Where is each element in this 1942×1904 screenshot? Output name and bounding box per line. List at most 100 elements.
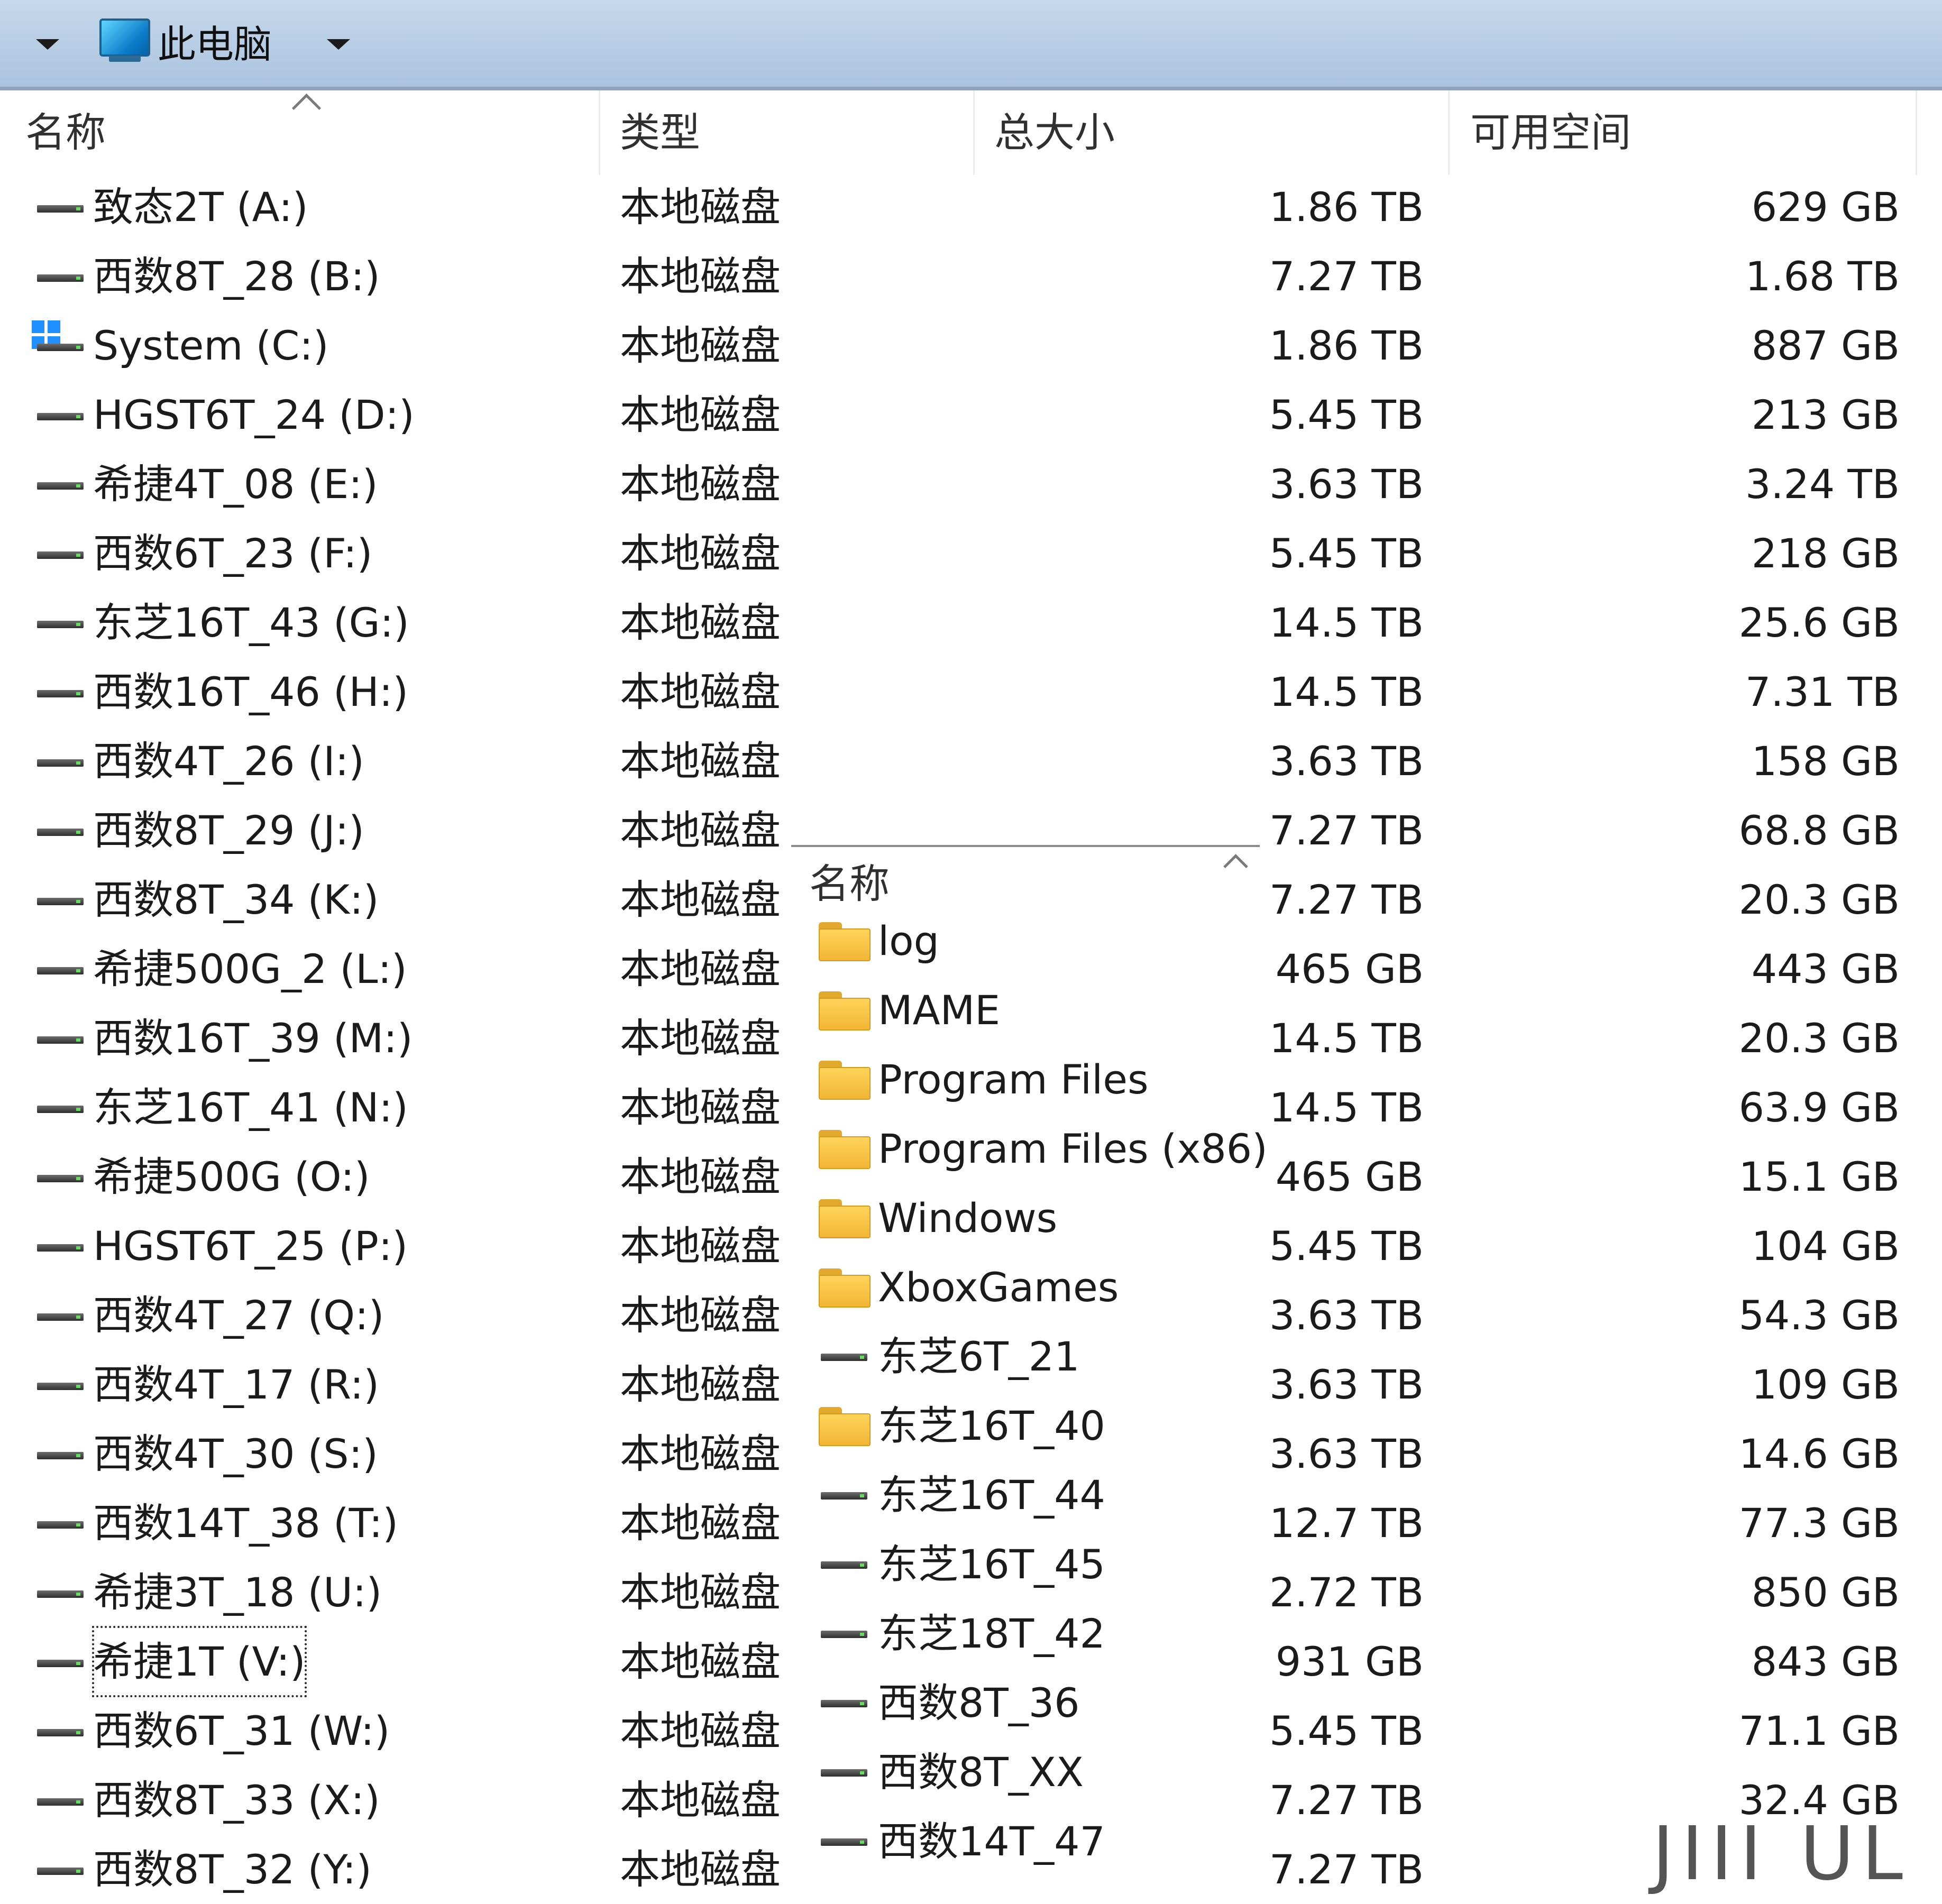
overlay-list-item[interactable]: 西数14T_47 [791, 1807, 1260, 1876]
drive-icon [37, 690, 84, 697]
address-bar[interactable]: 此电脑 [0, 0, 1942, 90]
drive-name[interactable]: HGST6T_25 (P:) [93, 1211, 408, 1281]
drive-name[interactable]: 西数14T_38 (T:) [93, 1488, 398, 1558]
drive-type: 本地磁盘 [620, 1707, 781, 1754]
drive-type: 本地磁盘 [620, 530, 781, 577]
drive-icon [37, 621, 84, 628]
overlay-list-item[interactable]: 东芝18T_42 [791, 1599, 1260, 1668]
drive-name[interactable]: 希捷3T_18 (U:) [93, 1558, 382, 1627]
overlay-name-header[interactable]: 名称 [809, 858, 890, 910]
drive-name[interactable]: 西数8T_29 (J:) [93, 796, 364, 865]
drive-total-size: 1.86 TB [1269, 183, 1424, 231]
drive-name[interactable]: 希捷1T (V:) [92, 1626, 307, 1697]
drive-name[interactable]: HGST6T_24 (D:) [93, 380, 415, 449]
drive-name[interactable]: 西数8T_33 (X:) [93, 1765, 380, 1835]
drive-total-size: 14.5 TB [1269, 668, 1424, 715]
overlay-list-item[interactable]: Program Files (x86) [791, 1114, 1268, 1183]
address-location[interactable]: 此电脑 [158, 19, 272, 70]
drive-name[interactable]: System (C:) [93, 311, 329, 380]
overlay-list-item[interactable]: 东芝16T_44 [791, 1460, 1260, 1530]
overlay-list-item[interactable]: XboxGames [791, 1253, 1260, 1322]
drive-row[interactable]: HGST6T_24 (D:) 本地磁盘 5.45 TB 213 GB [0, 380, 1942, 449]
drive-total-size: 465 GB [1275, 945, 1424, 992]
folder-icon [819, 1199, 871, 1238]
drive-free-space: 20.3 GB [1738, 876, 1900, 923]
overlay-list-item[interactable]: 东芝16T_40 [791, 1391, 1260, 1460]
drive-name[interactable]: 希捷500G (O:) [93, 1142, 370, 1211]
history-dropdown-icon[interactable] [36, 39, 59, 50]
drive-name[interactable]: 西数6T_31 (W:) [93, 1696, 390, 1765]
column-divider[interactable] [973, 90, 975, 175]
drive-type: 本地磁盘 [620, 1846, 781, 1893]
column-divider[interactable] [1448, 90, 1450, 175]
overlay-item-name: Windows [878, 1194, 1058, 1241]
drive-total-size: 7.27 TB [1269, 1777, 1424, 1824]
drive-name[interactable]: 西数16T_39 (M:) [93, 1004, 413, 1073]
drive-name[interactable]: 西数8T_32 (Y:) [93, 1835, 372, 1904]
overlay-item-name: 西数14T_47 [878, 1818, 1105, 1865]
drive-free-space: 887 GB [1751, 322, 1900, 369]
column-type-header[interactable]: 类型 [620, 106, 700, 159]
location-dropdown-icon[interactable] [327, 39, 350, 50]
drive-icon [37, 1521, 84, 1529]
drive-row[interactable]: 致态2T (A:) 本地磁盘 1.86 TB 629 GB [0, 172, 1942, 242]
drive-free-space: 77.3 GB [1738, 1500, 1900, 1547]
drive-icon [821, 1838, 867, 1846]
drive-row[interactable]: 西数16T_46 (H:) 本地磁盘 14.5 TB 7.31 TB [0, 657, 1942, 726]
drive-name[interactable]: 致态2T (A:) [93, 172, 308, 242]
drive-free-space: 71.1 GB [1738, 1707, 1900, 1754]
overlay-list-item[interactable]: 东芝16T_45 [791, 1530, 1260, 1599]
column-name-header[interactable]: 名称 [25, 106, 106, 159]
overlay-list-item[interactable]: Program Files [791, 1045, 1260, 1114]
drive-free-space: 25.6 GB [1738, 599, 1900, 646]
drive-name[interactable]: 希捷500G_2 (L:) [93, 934, 407, 1004]
overlay-list-item[interactable]: 东芝6T_21 [791, 1322, 1260, 1391]
drive-name[interactable]: 东芝16T_41 (N:) [93, 1073, 408, 1142]
drive-icon [821, 1561, 867, 1569]
drive-total-size: 12.7 TB [1269, 1500, 1424, 1547]
overlay-header-border [791, 845, 1260, 847]
drive-row[interactable]: 东芝16T_43 (G:) 本地磁盘 14.5 TB 25.6 GB [0, 588, 1942, 657]
overlay-list-item[interactable]: 西数8T_XX [791, 1737, 1260, 1807]
drive-type: 本地磁盘 [620, 1430, 781, 1477]
drive-icon [37, 274, 84, 282]
drive-type: 本地磁盘 [620, 1015, 781, 1062]
overlay-list-item[interactable]: 西数8T_36 [791, 1668, 1260, 1737]
overlay-item-name: 东芝16T_44 [878, 1471, 1105, 1519]
drive-name[interactable]: 西数8T_28 (B:) [93, 242, 380, 311]
overlay-list-item[interactable]: log [791, 906, 1260, 976]
drive-row[interactable]: 希捷4T_08 (E:) 本地磁盘 3.63 TB 3.24 TB [0, 449, 1942, 519]
drive-total-size: 5.45 TB [1269, 1707, 1424, 1754]
drive-name[interactable]: 东芝16T_43 (G:) [93, 588, 409, 657]
overlay-list-item[interactable]: Windows [791, 1183, 1260, 1253]
drive-row[interactable]: System (C:) 本地磁盘 1.86 TB 887 GB [0, 311, 1942, 380]
folder-icon [819, 1061, 871, 1100]
overlay-list-item[interactable]: MAME [791, 976, 1260, 1045]
drive-free-space: 54.3 GB [1738, 1292, 1900, 1339]
drive-name[interactable]: 西数4T_30 (S:) [93, 1419, 378, 1488]
overlay-item-name: 西数8T_36 [878, 1679, 1080, 1726]
overlay-item-name: MAME [878, 987, 1001, 1034]
drive-icon [37, 1313, 84, 1321]
drive-total-size: 7.27 TB [1269, 807, 1424, 854]
drive-row[interactable]: 西数6T_23 (F:) 本地磁盘 5.45 TB 218 GB [0, 519, 1942, 588]
drive-name[interactable]: 西数4T_17 (R:) [93, 1350, 379, 1419]
drive-free-space: 629 GB [1751, 183, 1900, 231]
column-divider[interactable] [1916, 90, 1917, 175]
column-total-header[interactable]: 总大小 [994, 106, 1115, 159]
drive-total-size: 14.5 TB [1269, 599, 1424, 646]
drive-name[interactable]: 西数6T_23 (F:) [93, 519, 372, 588]
drive-name[interactable]: 希捷4T_08 (E:) [93, 449, 378, 519]
column-divider[interactable] [599, 90, 600, 175]
drive-free-space: 850 GB [1751, 1569, 1900, 1616]
drive-name[interactable]: 西数4T_27 (Q:) [93, 1281, 384, 1350]
drive-name[interactable]: 西数8T_34 (K:) [93, 865, 379, 934]
column-free-header[interactable]: 可用空间 [1470, 106, 1631, 159]
folder-icon [819, 1130, 871, 1169]
drive-name[interactable]: 西数16T_46 (H:) [93, 657, 408, 726]
file-explorer-window: 此电脑 名称 类型 总大小 可用空间 致态2T (A:) 本地磁盘 1.86 TB 6… [0, 0, 1942, 1899]
drive-row[interactable]: 西数8T_28 (B:) 本地磁盘 7.27 TB 1.68 TB [0, 242, 1942, 311]
drive-name[interactable]: 西数4T_26 (I:) [93, 726, 364, 796]
drive-row[interactable]: 西数4T_26 (I:) 本地磁盘 3.63 TB 158 GB [0, 726, 1942, 796]
column-header: 名称 类型 总大小 可用空间 [0, 90, 1942, 175]
